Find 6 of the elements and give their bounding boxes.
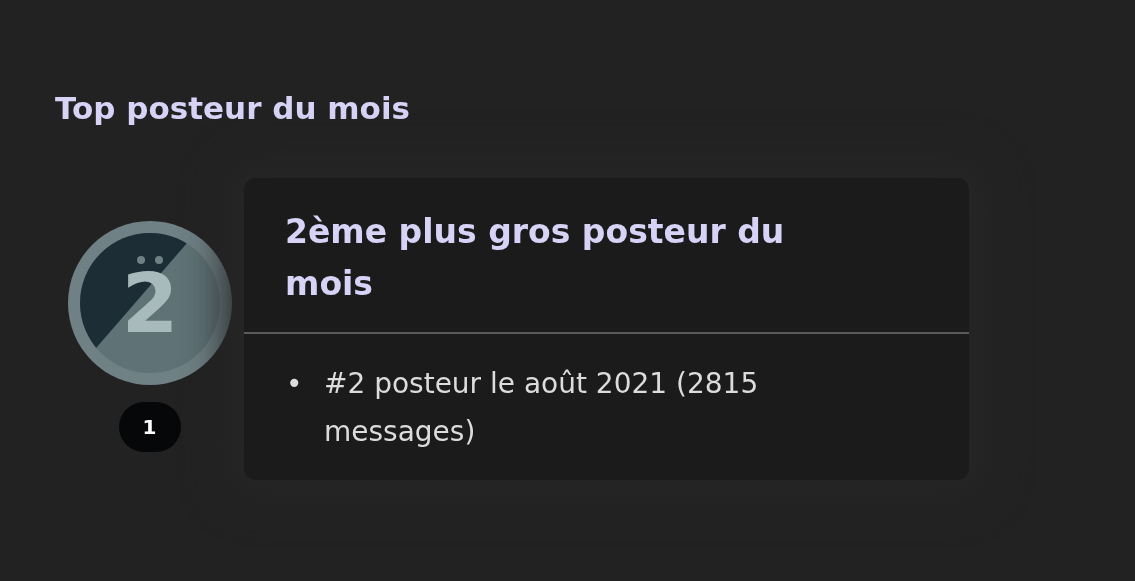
count-badge: 1 (118, 402, 181, 452)
medal-icon: 2 (66, 220, 233, 386)
bullet-point: • (286, 366, 304, 402)
section-title: Top posteur du mois (55, 89, 411, 128)
trophy-detail: #2 posteur le août 2021 (2815 messages) (324, 366, 760, 450)
trophy-title: 2ème plus gros posteur du mois (284, 211, 786, 305)
